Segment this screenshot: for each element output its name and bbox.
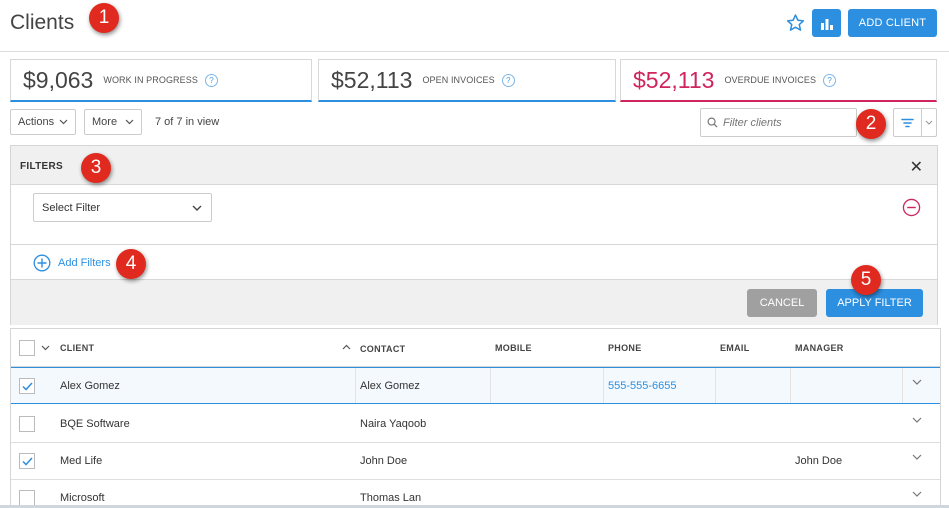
phone-link[interactable]: 555-555-6655 [608,380,677,392]
chevron-down-icon [125,119,134,125]
chevron-down-icon[interactable] [912,454,922,460]
filters-divider [11,244,937,245]
kpi-open-invoices[interactable]: $52,113 OPEN INVOICES ? [318,59,616,102]
filters-panel: FILTERS ✕ Select Filter Add Filters CANC… [10,145,938,325]
page-title: Clients [10,11,75,34]
contact-name: Thomas Lan [360,492,422,504]
kpi-label: WORK IN PROGRESS [103,75,198,85]
kpi-value: $9,063 [23,66,94,93]
client-name[interactable]: Alex Gomez [60,380,120,392]
kpi-work-in-progress[interactable]: $9,063 WORK IN PROGRESS ? [10,59,312,102]
reports-button[interactable] [812,9,841,37]
kpi-value: $52,113 [331,66,413,93]
chevron-down-icon[interactable] [912,379,922,385]
kpi-overdue-invoices[interactable]: $52,113 OVERDUE INVOICES ? [620,59,937,102]
remove-filter-icon[interactable] [902,198,921,217]
column-divider [355,368,356,403]
table-row[interactable]: Microsoft Thomas Lan [11,480,940,508]
contact-name: Alex Gomez [360,380,420,392]
chevron-down-icon[interactable] [912,491,922,497]
bar-chart-icon [820,18,833,30]
column-header-contact[interactable]: CONTACT [360,344,405,354]
actions-label: Actions [18,116,55,128]
manager-name: John Doe [795,455,843,467]
kpi-label: OVERDUE INVOICES [724,75,817,85]
plus-circle-icon [33,254,51,272]
filters-title: FILTERS [20,161,64,172]
chevron-down-icon [59,119,68,125]
column-header-email[interactable]: EMAIL [720,343,750,353]
column-divider [902,368,903,403]
help-icon[interactable]: ? [501,73,515,87]
column-header-manager[interactable]: MANAGER [795,343,844,353]
client-name[interactable]: Microsoft [60,492,105,504]
add-filters-label: Add Filters [58,257,111,269]
column-divider [715,368,716,403]
star-outline-icon [786,14,804,31]
filter-toggle-button[interactable] [893,108,922,137]
table-row[interactable]: BQE Software Naira Yaqoob [11,406,940,443]
filter-icon [901,118,914,127]
row-checkbox[interactable] [19,453,35,469]
search-box[interactable] [700,108,857,137]
chevron-down-icon [925,120,932,125]
column-divider [603,368,604,403]
cancel-button[interactable]: CANCEL [747,289,817,317]
table-row[interactable]: Alex Gomez Alex Gomez 555-555-6655 [11,367,940,404]
client-name[interactable]: BQE Software [60,418,130,430]
filter-clients-input[interactable] [723,116,843,129]
clients-table: CLIENT CONTACT MOBILE PHONE EMAIL MANAGE… [10,328,941,508]
chevron-down-icon [192,205,202,211]
table-row[interactable]: Med Life John Doe John Doe [11,443,940,480]
in-view-count: 7 of 7 in view [155,116,220,128]
callout-marker-3: 3 [81,153,111,183]
chevron-down-icon[interactable] [912,417,922,423]
actions-dropdown[interactable]: Actions [10,109,76,135]
column-header-client[interactable]: CLIENT [60,343,94,353]
filter-options-dropdown[interactable] [921,108,937,137]
contact-name: John Doe [360,455,408,467]
header-divider [0,51,949,52]
help-icon[interactable]: ? [204,73,218,87]
contact-name: Naira Yaqoob [360,418,427,430]
callout-marker-4: 4 [116,249,146,279]
column-divider [490,368,491,403]
client-name[interactable]: Med Life [60,455,102,467]
favorite-button[interactable] [783,10,807,36]
add-client-button[interactable]: ADD CLIENT [848,9,937,37]
select-filter-value: Select Filter [42,201,101,214]
filters-panel-header: FILTERS ✕ [11,146,937,185]
row-checkbox[interactable] [19,490,35,506]
more-dropdown[interactable]: More [84,109,142,135]
row-checkbox[interactable] [19,416,35,432]
callout-marker-2: 2 [856,109,886,139]
filters-panel-footer: CANCEL APPLY FILTER [11,279,937,325]
apply-filter-button[interactable]: APPLY FILTER [826,289,923,317]
kpi-value: $52,113 [633,66,715,93]
checkmark-icon [21,456,33,466]
select-all-checkbox[interactable] [19,340,35,356]
more-label: More [92,116,118,128]
row-checkbox[interactable] [19,378,35,394]
search-icon [707,117,718,128]
help-icon[interactable]: ? [823,73,837,87]
callout-marker-1: 1 [89,3,119,33]
column-header-phone[interactable]: PHONE [608,343,642,353]
select-filter-dropdown[interactable]: Select Filter [33,193,212,222]
callout-marker-5: 5 [851,265,881,295]
chevron-down-icon[interactable] [41,345,50,351]
checkmark-icon [21,381,33,391]
sort-ascending-icon[interactable] [342,344,351,350]
kpi-label: OPEN INVOICES [422,75,495,85]
add-filters-link[interactable]: Add Filters [33,254,111,272]
close-icon[interactable]: ✕ [910,157,923,177]
column-divider [790,368,791,403]
column-header-mobile[interactable]: MOBILE [495,343,532,353]
table-header: CLIENT CONTACT MOBILE PHONE EMAIL MANAGE… [11,329,940,367]
